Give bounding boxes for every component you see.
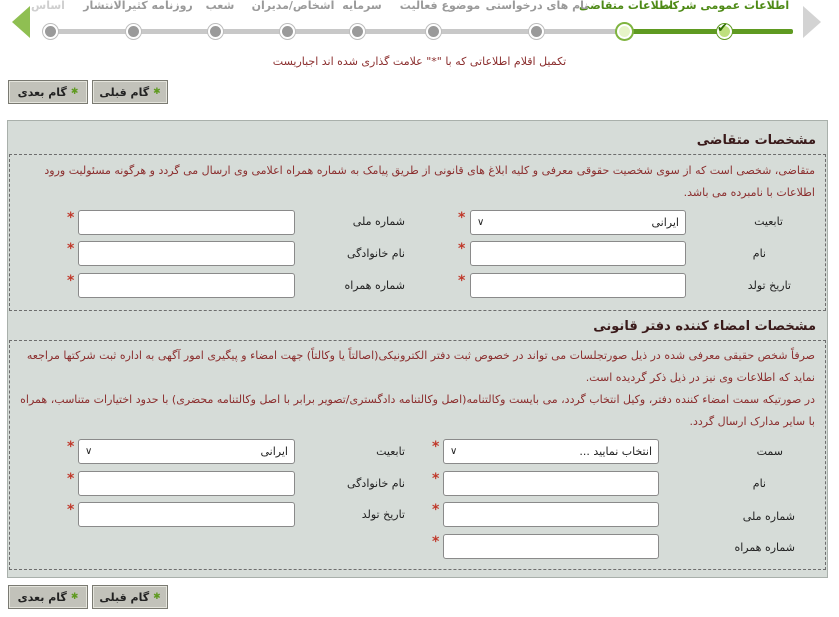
- signer-role-select[interactable]: انتخاب نمایید ... ∨: [443, 439, 659, 464]
- prev-step-button-bottom[interactable]: ✱ گام قبلی: [92, 585, 168, 609]
- signer-last-name-label: نام خانوادگی: [347, 477, 405, 490]
- step-label-company-info[interactable]: اطلاعات عمومی شرکت: [661, 0, 789, 12]
- star-icon: ✱: [70, 592, 79, 602]
- applicant-first-name-label: نام: [752, 247, 766, 260]
- signer-first-name-input[interactable]: [443, 471, 659, 496]
- required-mark: *: [432, 439, 440, 455]
- step-dot-capital[interactable]: [350, 24, 365, 39]
- applicant-mobile-input[interactable]: [78, 273, 295, 298]
- star-icon: ✱: [70, 87, 79, 97]
- signer-national-id-label: شماره ملی: [742, 510, 795, 523]
- signer-section-title: مشخصات امضاء کننده دفتر قانونی: [593, 319, 816, 334]
- signer-birth-date-label: تاریخ تولد: [361, 508, 405, 521]
- star-icon: ✱: [153, 87, 161, 97]
- applicant-birth-date-label: تاریخ تولد: [747, 279, 791, 292]
- applicant-last-name-input[interactable]: [78, 241, 295, 266]
- step-dot-branches[interactable]: [208, 24, 223, 39]
- required-mark: *: [432, 471, 440, 487]
- applicant-national-id-label: شماره ملی: [352, 215, 405, 228]
- applicant-mobile-label: شماره همراه: [344, 279, 405, 292]
- check-icon: ✔: [717, 21, 728, 36]
- step-label-branches[interactable]: شعب: [206, 0, 235, 12]
- applicant-national-id-input[interactable]: [78, 210, 295, 235]
- applicant-birth-date-input[interactable]: [470, 273, 686, 298]
- applicant-nationality-select[interactable]: ایرانی ∨: [470, 210, 686, 235]
- signer-mobile-label: شماره همراه: [734, 541, 795, 554]
- applicant-nationality-label: تابعیت: [754, 215, 783, 228]
- applicant-last-name-label: نام خانوادگی: [347, 247, 405, 260]
- star-icon: ✱: [153, 592, 161, 602]
- required-notice: تکمیل اقلام اطلاعاتی که با "*" علامت گذا…: [272, 55, 567, 68]
- required-mark: *: [458, 241, 466, 257]
- signer-national-id-input[interactable]: [443, 502, 659, 527]
- signer-mobile-input[interactable]: [443, 534, 659, 559]
- required-mark: *: [67, 471, 75, 487]
- required-mark: *: [67, 439, 75, 455]
- required-mark: *: [67, 210, 75, 226]
- stepper-next-arrow-icon[interactable]: [12, 6, 30, 38]
- step-label-activity[interactable]: موضوع فعالیت: [400, 0, 480, 12]
- required-mark: *: [458, 273, 466, 289]
- signer-description-2: در صورتیکه سمت امضاء کننده دفتر، وکیل ان…: [20, 393, 815, 428]
- chevron-down-icon: ∨: [85, 446, 93, 457]
- step-dot-activity[interactable]: [426, 24, 441, 39]
- chevron-down-icon: ∨: [450, 446, 458, 457]
- required-mark: *: [432, 534, 440, 550]
- signer-first-name-label: نام: [752, 477, 766, 490]
- signer-description-1: صرفاً شخص حقیقی معرفی شده در ذیل صورتجلس…: [26, 349, 815, 384]
- required-mark: *: [432, 502, 440, 518]
- signer-role-label: سمت: [756, 445, 783, 458]
- step-dot-applicant-info[interactable]: [617, 24, 632, 39]
- stepper-prev-arrow-icon[interactable]: [803, 6, 821, 38]
- step-label-applicant-info[interactable]: اطلاعات متقاضی: [579, 0, 673, 12]
- prev-step-button-top[interactable]: ✱ گام قبلی: [92, 80, 168, 104]
- signer-nationality-select[interactable]: ایرانی ∨: [78, 439, 295, 464]
- step-label-persons[interactable]: اشخاص/مدیران: [252, 0, 335, 12]
- signer-birth-date-input[interactable]: [78, 502, 295, 527]
- required-mark: *: [458, 210, 466, 226]
- required-mark: *: [67, 502, 75, 518]
- applicant-first-name-input[interactable]: [470, 241, 686, 266]
- step-dot-persons[interactable]: [280, 24, 295, 39]
- required-mark: *: [67, 241, 75, 257]
- stepper-progress: [623, 29, 793, 34]
- step-label-newspaper[interactable]: روزنامه کثیرالانتشار: [83, 0, 193, 12]
- next-step-button-bottom[interactable]: ✱ گام بعدی: [8, 585, 88, 609]
- step-label-statute[interactable]: اساس: [31, 0, 65, 12]
- step-dot-statute[interactable]: [43, 24, 58, 39]
- step-label-capital[interactable]: سرمایه: [342, 0, 381, 12]
- signer-last-name-input[interactable]: [78, 471, 295, 496]
- applicant-description: متقاضی، شخصی است که از سوی شخصیت حقوقی م…: [44, 164, 815, 199]
- step-dot-newspaper[interactable]: [126, 24, 141, 39]
- applicant-section-title: مشخصات متقاضی: [696, 133, 816, 148]
- step-label-requested-names[interactable]: نام های درخواستی: [486, 0, 589, 12]
- chevron-down-icon: ∨: [477, 217, 485, 228]
- signer-nationality-label: تابعیت: [376, 445, 405, 458]
- step-dot-requested-names[interactable]: [529, 24, 544, 39]
- wizard-stepper: ✔ اطلاعات عمومی شرکت اطلاعات متقاضی نام …: [8, 0, 828, 43]
- required-mark: *: [67, 273, 75, 289]
- next-step-button-top[interactable]: ✱ گام بعدی: [8, 80, 88, 104]
